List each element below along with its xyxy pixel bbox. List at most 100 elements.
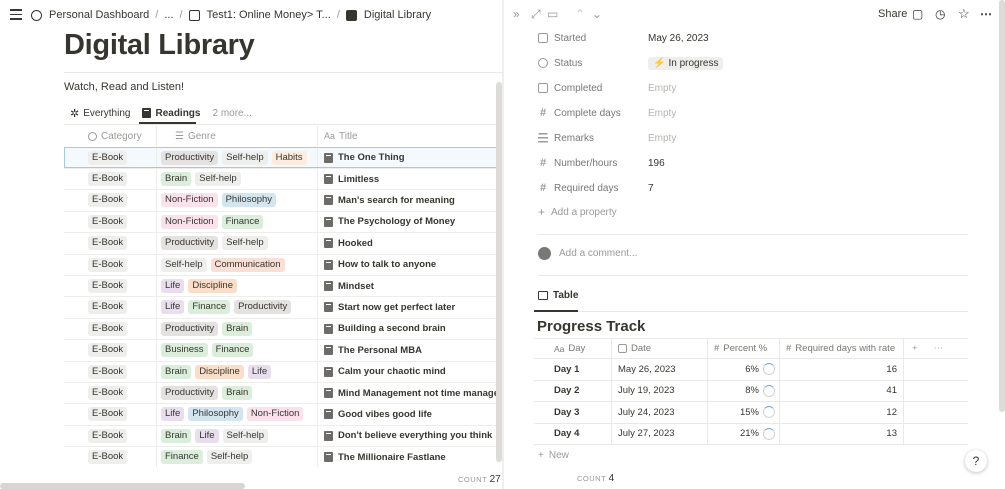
title-cell[interactable]: Mind Management not time managen [318, 383, 502, 403]
breadcrumb-item[interactable]: Test1: Online Money> T... [207, 9, 331, 21]
category-cell[interactable]: E-Book [64, 404, 157, 425]
column-header-title[interactable]: Aa Title [318, 126, 502, 146]
title-cell[interactable]: How to talk to anyone [318, 255, 502, 275]
table-row[interactable]: E-Book Self-help Communication How to talk … [64, 253, 502, 275]
property-value[interactable]: Empty [648, 133, 676, 144]
genre-cell[interactable]: Brain Life Self-help [157, 425, 318, 447]
genre-cell[interactable]: Life Philosophy Non-Fiction [157, 404, 318, 425]
day-cell[interactable]: Day 2 [534, 380, 612, 401]
category-cell[interactable]: E-Book [64, 425, 157, 447]
genre-cell[interactable]: Brain Discipline Life [157, 361, 318, 382]
property-number-hours[interactable]: # Number/hours 196 [538, 153, 978, 173]
horizontal-scrollbar[interactable] [0, 483, 245, 489]
property-completed[interactable]: Completed Empty [538, 78, 978, 98]
tab-everything[interactable]: ✲ Everything [70, 104, 130, 122]
table-row[interactable]: E-Book Life Discipline Mindset [64, 274, 502, 297]
table-row[interactable]: E-Book Non-Fiction Philosophy Man's search … [64, 189, 502, 211]
comment-input[interactable]: Add a comment... [538, 247, 637, 260]
property-started[interactable]: Started May 26, 2023 [538, 28, 978, 48]
table-row[interactable]: E-Book Brain Life Self-help Don't believe ev… [64, 424, 502, 447]
table-row[interactable]: E-Book Productivity Brain Mind Management n… [64, 381, 502, 404]
vertical-scrollbar[interactable] [999, 0, 1005, 412]
percent-cell[interactable]: 15% [708, 402, 780, 423]
help-button[interactable]: ? [965, 450, 987, 472]
breadcrumb-item[interactable]: ... [164, 9, 173, 21]
page-description[interactable]: Watch, Read and Listen! [64, 81, 184, 93]
property-value[interactable]: Empty [648, 108, 676, 119]
required-cell[interactable]: 41 [780, 380, 904, 401]
chevron-up-icon[interactable]: ⌃ [575, 8, 585, 20]
genre-cell[interactable]: Life Discipline [157, 275, 318, 297]
date-cell[interactable]: July 27, 2023 [612, 423, 708, 444]
table-row[interactable]: E-Book Productivity Brain Building a second… [64, 317, 502, 340]
share-button[interactable]: Share [878, 8, 907, 20]
genre-cell[interactable]: Self-help Communication [157, 254, 318, 275]
more-icon[interactable]: ⋯ [980, 8, 992, 20]
progress-row[interactable]: Day 2 July 19, 2023 8% 41 [534, 380, 968, 402]
genre-cell[interactable]: Productivity Self-help [157, 233, 318, 254]
tab-table[interactable]: Table [538, 290, 578, 301]
category-cell[interactable]: E-Book [64, 382, 157, 404]
title-cell[interactable]: Good vibes good life [318, 404, 502, 424]
title-cell[interactable]: Start now get perfect later [318, 297, 502, 317]
star-icon[interactable]: ☆ [958, 7, 970, 20]
breadcrumb-item[interactable]: Digital Library [364, 9, 431, 21]
required-cell[interactable]: 13 [780, 423, 904, 444]
day-cell[interactable]: Day 3 [534, 402, 612, 423]
property-value[interactable]: Empty [648, 83, 676, 94]
genre-cell[interactable]: Life Finance Productivity [157, 297, 318, 318]
genre-cell[interactable]: Business Finance [157, 340, 318, 361]
genre-cell[interactable]: Productivity Brain [157, 382, 318, 404]
table-row[interactable]: E-Book Business Finance The Personal MBA [64, 339, 502, 361]
title-cell[interactable]: Building a second brain [318, 319, 502, 339]
property-value[interactable]: 7 [648, 183, 654, 194]
menu-icon[interactable] [10, 9, 22, 20]
property-value[interactable]: May 26, 2023 [648, 33, 709, 44]
progress-row[interactable]: Day 1 May 26, 2023 6% 16 [534, 359, 968, 381]
table-row[interactable]: E-Book Non-Fiction Finance The Psychology o… [64, 210, 502, 233]
add-column-button[interactable]: + ⋯ [904, 339, 968, 358]
table-row[interactable]: E-Book Life Finance Productivity Start now g… [64, 296, 502, 318]
property-status[interactable]: Status ⚡ In progress [538, 53, 978, 73]
genre-cell[interactable]: Non-Fiction Finance [157, 211, 318, 233]
table-row[interactable]: E-Book Brain Self-help Limitless [64, 167, 502, 190]
sidepeek-icon[interactable]: ▭ [547, 8, 558, 20]
title-cell[interactable]: Hooked [318, 233, 502, 253]
close-peek-icon[interactable]: » [513, 8, 520, 20]
category-cell[interactable]: E-Book [64, 233, 157, 254]
date-cell[interactable]: July 19, 2023 [612, 380, 708, 401]
genre-cell[interactable]: Non-Fiction Philosophy [157, 190, 318, 211]
category-cell[interactable]: E-Book [64, 254, 157, 275]
more-views-link[interactable]: 2 more... [212, 104, 251, 122]
table-row[interactable]: E-Book Finance Self-help The Millionaire Fa… [64, 446, 502, 468]
percent-cell[interactable]: 6% [708, 359, 780, 380]
more-icon[interactable]: ⋯ [934, 343, 944, 354]
column-header-required[interactable]: # Required days with rate [780, 339, 904, 358]
column-header-genre[interactable]: ☰ Genre [157, 126, 318, 146]
property-complete-days[interactable]: # Complete days Empty [538, 103, 978, 123]
title-cell[interactable]: Mindset [318, 276, 502, 296]
category-cell[interactable]: E-Book [64, 168, 157, 190]
genre-cell[interactable]: Finance Self-help [157, 447, 318, 468]
title-cell[interactable]: Don't believe everything you think [318, 426, 502, 446]
clock-icon[interactable]: ◷ [935, 8, 945, 20]
property-remarks[interactable]: Remarks Empty [538, 128, 978, 148]
required-cell[interactable]: 12 [780, 402, 904, 423]
column-header-date[interactable]: Date [612, 339, 708, 358]
new-row-button[interactable]: + New [538, 450, 569, 461]
category-cell[interactable]: E-Book [64, 447, 157, 468]
column-header-day[interactable]: Aa Day [534, 339, 612, 358]
category-cell[interactable]: E-Book [64, 190, 157, 211]
title-cell[interactable]: Man's search for meaning [318, 190, 502, 210]
required-cell[interactable]: 16 [780, 359, 904, 380]
category-cell[interactable]: E-Book [64, 275, 157, 297]
percent-cell[interactable]: 21% [708, 423, 780, 444]
add-property-button[interactable]: + Add a property [538, 205, 617, 219]
category-cell[interactable]: E-Book [64, 361, 157, 382]
category-cell[interactable]: E-Book [64, 318, 157, 340]
comment-icon[interactable]: ▢ [912, 8, 923, 20]
category-cell[interactable]: E-Book [64, 211, 157, 233]
table-row[interactable]: E-Book Brain Discipline Life Calm your chaot… [64, 360, 502, 382]
tab-readings[interactable]: Readings [142, 104, 200, 122]
percent-cell[interactable]: 8% [708, 380, 780, 401]
